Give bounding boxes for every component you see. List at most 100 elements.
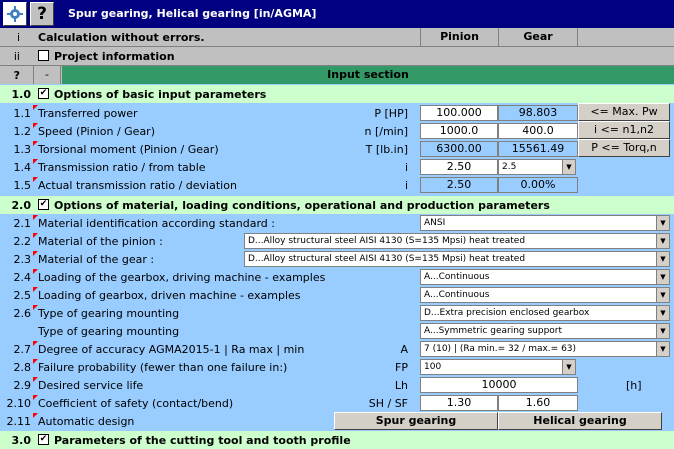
- gear-value: 0.00%: [498, 177, 578, 193]
- row-number: 2.5: [13, 289, 32, 302]
- chevron-down-icon[interactable]: ▼: [656, 216, 669, 230]
- section-3-header[interactable]: 3.0 ✔ Parameters of the cutting tool and…: [0, 431, 674, 449]
- spur-gearing-button[interactable]: Spur gearing: [334, 412, 498, 430]
- row-label: Degree of accuracy AGMA2015-1 | Ra max |…: [38, 343, 305, 356]
- chevron-down-icon[interactable]: ▼: [656, 288, 669, 302]
- section-1-checkbox[interactable]: ✔: [38, 88, 49, 99]
- parameter-select[interactable]: D...Alloy structural steel AISI 4130 (S=…: [244, 233, 670, 249]
- row-number: 2.11: [6, 415, 32, 428]
- row-symbol: P [HP]: [374, 107, 408, 120]
- ratio-table-select[interactable]: 2.5 ▼: [498, 159, 576, 175]
- ratio-from-speed-button[interactable]: i <= n1,n2: [578, 121, 670, 139]
- selected-value: A...Continuous: [424, 290, 490, 300]
- column-header-pinion: Pinion: [420, 28, 498, 46]
- input-row: 1.5 Actual transmission ratio / deviation…: [0, 176, 674, 194]
- helical-gearing-button[interactable]: Helical gearing: [498, 412, 662, 430]
- selected-value: 2.5: [502, 162, 517, 172]
- section-2-checkbox[interactable]: ✔: [38, 199, 49, 210]
- parameter-select[interactable]: A...Continuous ▼: [420, 287, 670, 303]
- chevron-down-icon[interactable]: ▼: [656, 306, 669, 320]
- row-label: Desired service life: [38, 379, 144, 392]
- selected-value: D...Alloy structural steel AISI 4130 (S=…: [248, 236, 526, 246]
- title-bar: ? Spur gearing, Helical gearing [in/AGMA…: [0, 0, 674, 28]
- input-row: Type of gearing mounting A...Symmetric ge…: [0, 322, 674, 340]
- section-3-checkbox[interactable]: ✔: [38, 434, 49, 445]
- section-3-title: Parameters of the cutting tool and tooth…: [54, 434, 351, 447]
- chevron-down-icon[interactable]: ▼: [656, 342, 669, 356]
- row-symbol: n [/min]: [364, 125, 408, 138]
- pinion-value[interactable]: 100.000: [420, 105, 498, 121]
- row-symbol: FP: [395, 361, 408, 374]
- input-row: 2.9 Desired service life Lh 10000 [h]: [0, 376, 674, 394]
- row-number: 2.2: [13, 235, 32, 248]
- gear-value[interactable]: 400.0: [498, 123, 578, 139]
- parameter-select[interactable]: A...Continuous ▼: [420, 269, 670, 285]
- chevron-down-icon[interactable]: ▼: [562, 160, 575, 174]
- power-from-torque-button[interactable]: P <= Torq,n: [578, 139, 670, 157]
- selected-value: D...Extra precision enclosed gearbox: [424, 308, 590, 318]
- row-number: 1.2: [13, 125, 32, 138]
- row-number: 2.8: [13, 361, 32, 374]
- row-label: Automatic design: [38, 415, 135, 428]
- selected-value: D...Alloy structural steel AISI 4130 (S=…: [248, 254, 526, 264]
- safety-contact-input[interactable]: 1.30: [420, 395, 498, 411]
- help-toggle[interactable]: ?: [0, 69, 20, 82]
- section-1-title: Options of basic input parameters: [54, 88, 267, 101]
- input-row: 2.3 Material of the gear : D...Alloy struc…: [0, 250, 674, 268]
- row-label: Loading of the gearbox, driving machine …: [38, 271, 326, 284]
- project-checkbox[interactable]: [38, 50, 49, 61]
- row-label: Actual transmission ratio / deviation: [38, 179, 237, 192]
- input-row: 2.11 Automatic design Spur gearing Helical …: [0, 412, 674, 430]
- row-number: 2.9: [13, 379, 32, 392]
- row-label: Material identification according standa…: [38, 217, 275, 230]
- row-number: 1.3: [13, 143, 32, 156]
- project-row[interactable]: ii Project information: [0, 47, 674, 65]
- input-row: 2.4 Loading of the gearbox, driving machi…: [0, 268, 674, 286]
- pinion-value[interactable]: 1000.0: [420, 123, 498, 139]
- gear-value: 15561.49: [498, 141, 578, 157]
- parameter-select[interactable]: ANSI ▼: [420, 215, 670, 231]
- section-number: 1.0: [11, 88, 32, 101]
- service-life-input[interactable]: 10000: [420, 377, 578, 393]
- parameter-select[interactable]: 7 (10) | (Ra min.= 32 / max.= 63) ▼: [420, 341, 670, 357]
- row-label: Transmission ratio / from table: [38, 161, 206, 174]
- help-button[interactable]: ?: [30, 2, 54, 26]
- chevron-down-icon[interactable]: ▼: [656, 270, 669, 284]
- app-icon[interactable]: [3, 2, 27, 26]
- section-number: 2.0: [11, 199, 32, 212]
- selected-value: A...Continuous: [424, 272, 490, 282]
- row-number: 2.1: [13, 217, 32, 230]
- chevron-down-icon[interactable]: ▼: [656, 324, 669, 338]
- gear-value: 98.803: [498, 105, 578, 121]
- chevron-down-icon[interactable]: ▼: [562, 360, 575, 374]
- chevron-down-icon[interactable]: ▼: [656, 252, 669, 266]
- row-label: Failure probability (fewer than one fail…: [38, 361, 288, 374]
- section-2-header[interactable]: 2.0 ✔ Options of material, loading condi…: [0, 196, 674, 214]
- pinion-value[interactable]: 2.50: [420, 159, 498, 175]
- parameter-select[interactable]: D...Extra precision enclosed gearbox ▼: [420, 305, 670, 321]
- row-number: ii: [13, 50, 20, 63]
- project-info-label: Project information: [54, 50, 175, 63]
- max-power-button[interactable]: <= Max. Pw: [578, 103, 670, 121]
- input-section-title: Input section: [62, 66, 674, 84]
- safety-bend-input[interactable]: 1.60: [498, 395, 578, 411]
- row-label: Torsional moment (Pinion / Gear): [38, 143, 219, 156]
- row-symbol: A: [400, 343, 408, 356]
- pinion-value: 6300.00: [420, 141, 498, 157]
- selected-value: A...Symmetric gearing support: [424, 326, 563, 336]
- collapse-button[interactable]: -: [33, 66, 61, 84]
- row-label: Material of the pinion :: [38, 235, 163, 248]
- parameter-select[interactable]: 100 ▼: [420, 359, 576, 375]
- unit-label: [h]: [626, 379, 642, 392]
- row-label: Loading of gearbox, driven machine - exa…: [38, 289, 301, 302]
- row-number: 1.5: [13, 179, 32, 192]
- section-1-header[interactable]: 1.0 ✔ Options of basic input parameters: [0, 85, 674, 103]
- parameter-select[interactable]: A...Symmetric gearing support ▼: [420, 323, 670, 339]
- input-section-row: ? - Input section: [0, 66, 674, 84]
- selected-value: ANSI: [424, 218, 446, 228]
- status-text: Calculation without errors.: [38, 31, 205, 44]
- row-symbol: i: [404, 179, 408, 192]
- parameter-select[interactable]: D...Alloy structural steel AISI 4130 (S=…: [244, 251, 670, 267]
- input-row: 2.6 Type of gearing mounting D...Extra pre…: [0, 304, 674, 322]
- chevron-down-icon[interactable]: ▼: [656, 234, 669, 248]
